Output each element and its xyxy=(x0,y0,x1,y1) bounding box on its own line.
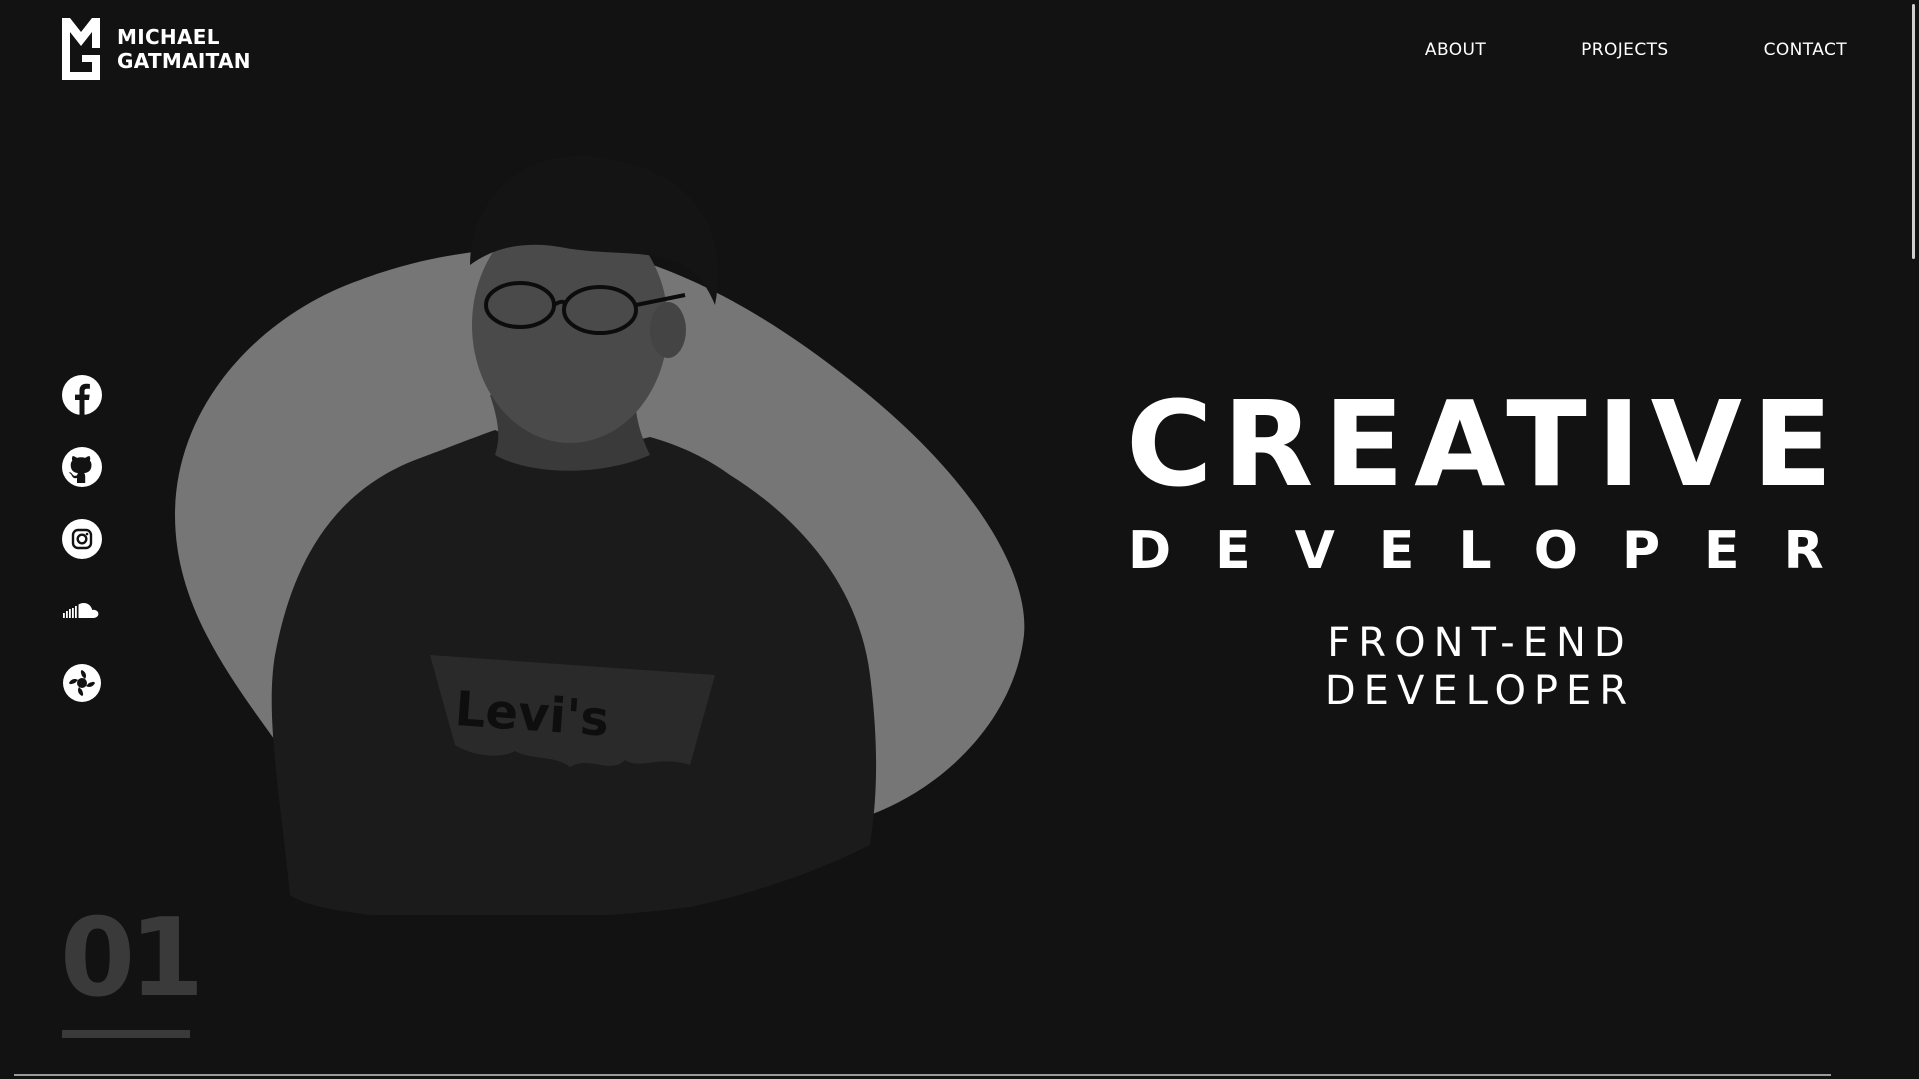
section-underline xyxy=(62,1030,190,1038)
social-links xyxy=(62,375,102,703)
portrait-figure: Levi's xyxy=(271,155,877,915)
facebook-icon[interactable] xyxy=(62,375,102,415)
soundcloud-icon[interactable] xyxy=(62,591,102,631)
headline-developer: DEVELOPER xyxy=(1128,521,1868,581)
shirt-logo-text: Levi's xyxy=(453,681,611,748)
role-line-1: FRONT-END xyxy=(1327,620,1633,666)
main-nav: ABOUT PROJECTS CONTACT xyxy=(1425,40,1847,60)
scrollbar-thumb[interactable] xyxy=(1912,4,1915,259)
role-subtitle: FRONT-END DEVELOPER xyxy=(1120,619,1840,715)
scrollbar[interactable] xyxy=(1905,0,1919,1079)
github-icon[interactable] xyxy=(62,447,102,487)
bottom-divider xyxy=(14,1074,1831,1076)
section-number: 01 xyxy=(60,896,204,1021)
instagram-icon[interactable] xyxy=(62,519,102,559)
aperture-icon[interactable] xyxy=(62,663,102,703)
logo-last-name: GATMAITAN xyxy=(117,49,251,73)
role-line-2: DEVELOPER xyxy=(1324,668,1636,714)
headline-creative: CREATIVE xyxy=(1126,375,1843,513)
logo-text: MICHAEL GATMAITAN xyxy=(117,25,251,73)
nav-contact[interactable]: CONTACT xyxy=(1764,40,1847,60)
logo-first-name: MICHAEL xyxy=(117,25,220,49)
nav-projects[interactable]: PROJECTS xyxy=(1581,40,1668,60)
hero-headline: CREATIVE DEVELOPER FRONT-END DEVELOPER xyxy=(1100,375,1868,715)
nav-about[interactable]: ABOUT xyxy=(1425,40,1486,60)
logo-link[interactable]: MICHAEL GATMAITAN xyxy=(62,18,251,80)
page: MICHAEL GATMAITAN ABOUT PROJECTS CONTACT xyxy=(0,0,1919,1079)
hero-portrait: Levi's xyxy=(170,155,1040,915)
mg-monogram-icon xyxy=(62,18,100,80)
